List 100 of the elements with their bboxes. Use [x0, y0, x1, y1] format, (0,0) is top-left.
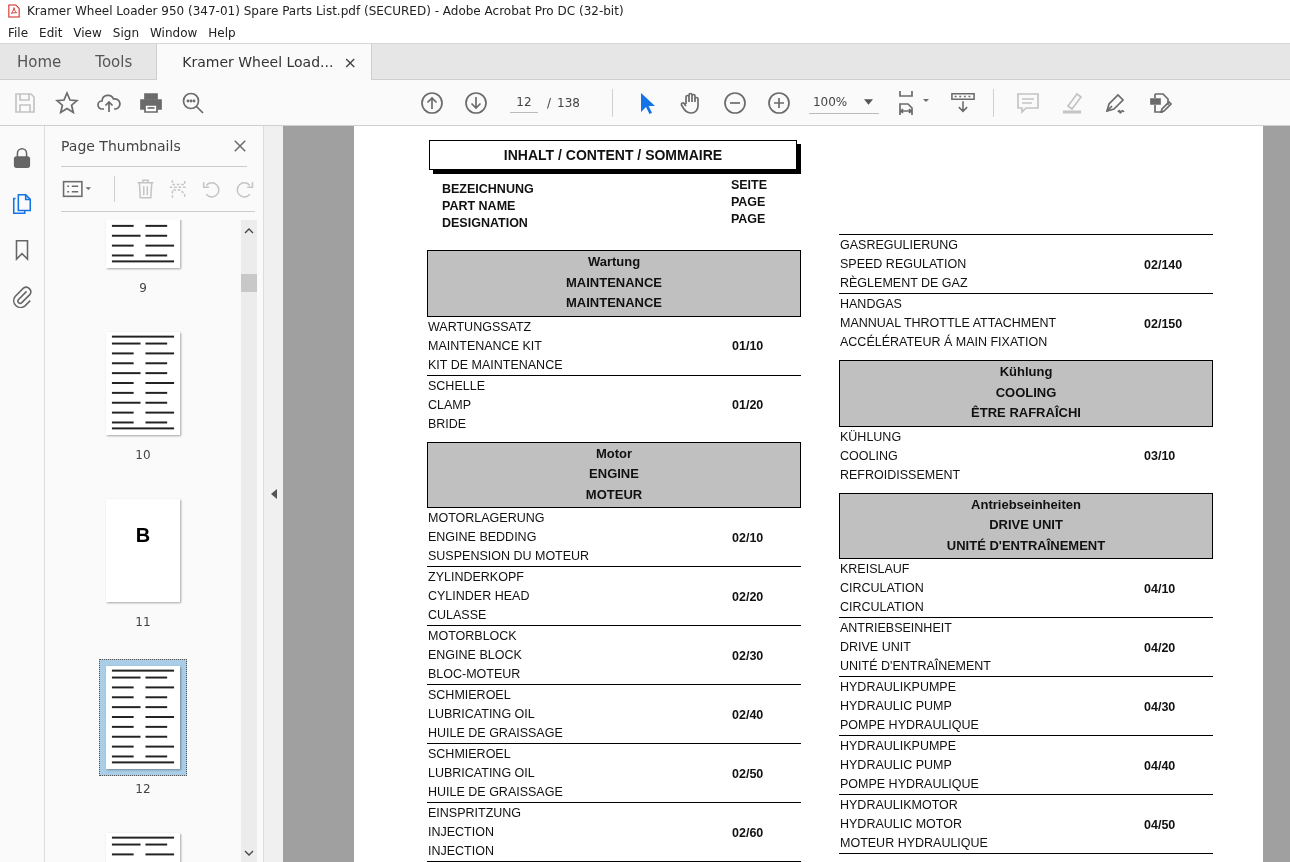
paperclip-icon[interactable]: [11, 284, 33, 308]
scroll-thumb[interactable]: [241, 274, 257, 292]
thumbnail-letter: B: [135, 524, 151, 547]
part-name: HYDRAULIC MOTOR: [840, 816, 963, 833]
thumbnail-page-number: 11: [135, 615, 151, 629]
page-up-icon[interactable]: [420, 90, 444, 115]
part-name: LUBRICATING OIL: [428, 765, 536, 782]
fit-page-icon[interactable]: [896, 89, 931, 116]
part-name: KREISLAUF: [840, 561, 911, 578]
page-reference: 02/150: [1144, 316, 1183, 331]
menu-item[interactable]: View: [67, 25, 107, 40]
part-name: ACCÉLÉRATEUR Á MAIN FIXATION: [840, 333, 1049, 351]
part-name: BLOC-MOTEUR: [428, 666, 522, 683]
part-name: HYDRAULIKMOTOR: [840, 797, 959, 814]
section-title: MAINTENANCE: [565, 294, 663, 312]
part-name: CULASSE: [428, 607, 488, 624]
window-title: Kramer Wheel Loader 950 (347-01) Spare Parts List.pdf (SECURED) - Adobe Acrobat Pro DC (32-bit): [27, 4, 624, 18]
scrollbar[interactable]: [241, 220, 257, 862]
page-number-field[interactable]: 12: [510, 92, 538, 113]
section-title: UNITÉ D'ENTRAÎNEMENT: [946, 536, 1106, 555]
part-name: ZYLINDERKOPF: [428, 569, 525, 586]
section-title: Motor: [595, 444, 633, 463]
page-reference: 01/20: [732, 398, 764, 412]
form-edit-icon[interactable]: [1147, 90, 1172, 115]
menu-item[interactable]: Edit: [33, 25, 68, 40]
column-heading: SEITE: [730, 177, 767, 194]
part-name: HUILE DE GRAISSAGE: [428, 725, 564, 742]
page-reference: 04/50: [1144, 817, 1176, 832]
close-icon[interactable]: [233, 139, 247, 153]
zoom-dropdown[interactable]: 100%: [808, 91, 879, 114]
tab[interactable]: Tools: [78, 44, 157, 79]
part-name: ANTRIEBSEINHEIT: [840, 620, 953, 637]
collapse-arrow-icon[interactable]: [270, 489, 277, 499]
part-name: HYDRAULIKPUMPE: [840, 738, 957, 755]
page-reference: 02/10: [732, 530, 764, 545]
menu-item[interactable]: File: [2, 25, 34, 40]
scroll-down-icon[interactable]: [244, 850, 254, 856]
part-name: LUBRICATING OIL: [428, 706, 536, 723]
menu-item[interactable]: Help: [202, 25, 241, 40]
part-name: HYDRAULIC PUMP: [840, 698, 953, 715]
part-name: HUILE DE GRAISSAGE: [428, 784, 564, 801]
search-icon[interactable]: [181, 90, 205, 115]
lock-icon[interactable]: [11, 146, 33, 170]
column-heading: BEZEICHNUNG: [442, 181, 534, 198]
column-heading: PART NAME: [442, 198, 517, 215]
part-name: HYDRAULIC PUMP: [840, 757, 953, 774]
pages-icon[interactable]: [11, 192, 33, 216]
page-down-icon[interactable]: [464, 90, 488, 115]
part-name: POMPE HYDRAULIQUE: [840, 776, 980, 793]
page-reference: 04/10: [1144, 581, 1176, 596]
section-title: DRIVE UNIT: [989, 516, 1063, 534]
part-name: SCHMIEROEL: [428, 746, 512, 763]
part-name: INJECTION: [428, 843, 495, 860]
caret-icon[interactable]: [863, 99, 873, 105]
section-title: ENGINE: [589, 465, 639, 483]
page-separator: /: [547, 95, 552, 110]
part-name: EINSPRITZUNG: [428, 805, 523, 822]
scroll-mode-icon[interactable]: [950, 90, 975, 115]
close-icon[interactable]: ×: [343, 52, 357, 72]
part-name: CIRCULATION: [840, 580, 925, 597]
section-title: COOLING: [995, 383, 1057, 402]
column-heading: PAGE: [730, 211, 767, 228]
column-heading: DESIGNATION: [442, 215, 529, 232]
part-name: DRIVE UNIT: [840, 639, 912, 656]
page-thumbnail[interactable]: [99, 659, 187, 776]
tab[interactable]: Kramer Wheel Load... ×: [156, 44, 373, 80]
scroll-up-icon[interactable]: [244, 228, 254, 234]
zoom-in-icon[interactable]: [766, 90, 791, 115]
print-icon[interactable]: [139, 90, 163, 115]
part-name: POMPE HYDRAULIQUE: [840, 717, 980, 734]
section-title: Wartung: [587, 253, 641, 271]
part-name: MOTEUR HYDRAULIQUE: [840, 835, 989, 852]
page-reference: 04/40: [1144, 758, 1176, 773]
page-reference: 02/50: [732, 766, 764, 781]
page-reference: 02/40: [732, 707, 764, 722]
page-reference: 02/60: [732, 825, 764, 840]
menu-item[interactable]: Window: [144, 25, 203, 40]
part-name: SPEED REGULATION: [840, 256, 968, 273]
page-reference: 04/20: [1144, 640, 1176, 655]
page-reference: 01/10: [732, 339, 764, 353]
part-name: SUSPENSION DU MOTEUR: [428, 548, 591, 565]
tab[interactable]: Home: [0, 44, 79, 79]
section-title: ÊTRE RAFRAÎCHI: [971, 404, 1081, 422]
panel-title: Page Thumbnails: [61, 138, 181, 154]
part-name: UNITÉ D'ENTRAÎNEMENT: [840, 657, 992, 675]
section-title: MAINTENANCE: [565, 273, 663, 292]
star-icon[interactable]: [55, 90, 79, 115]
part-name: BRIDE: [428, 415, 468, 433]
page-reference: 02/140: [1144, 257, 1183, 272]
menu-item[interactable]: Sign: [106, 25, 144, 40]
part-name: CLAMP: [428, 396, 473, 414]
options-menu-icon[interactable]: [61, 178, 94, 200]
part-name: SCHELLE: [428, 377, 486, 395]
part-name: KÜHLUNG: [840, 428, 903, 446]
zoom-out-icon[interactable]: [722, 90, 747, 115]
page-reference: 04/30: [1144, 699, 1176, 714]
part-name: HANDGAS: [840, 296, 903, 313]
part-name: INJECTION: [428, 824, 495, 841]
part-name: ENGINE BLOCK: [428, 647, 523, 664]
page-reference: 02/20: [732, 589, 764, 604]
